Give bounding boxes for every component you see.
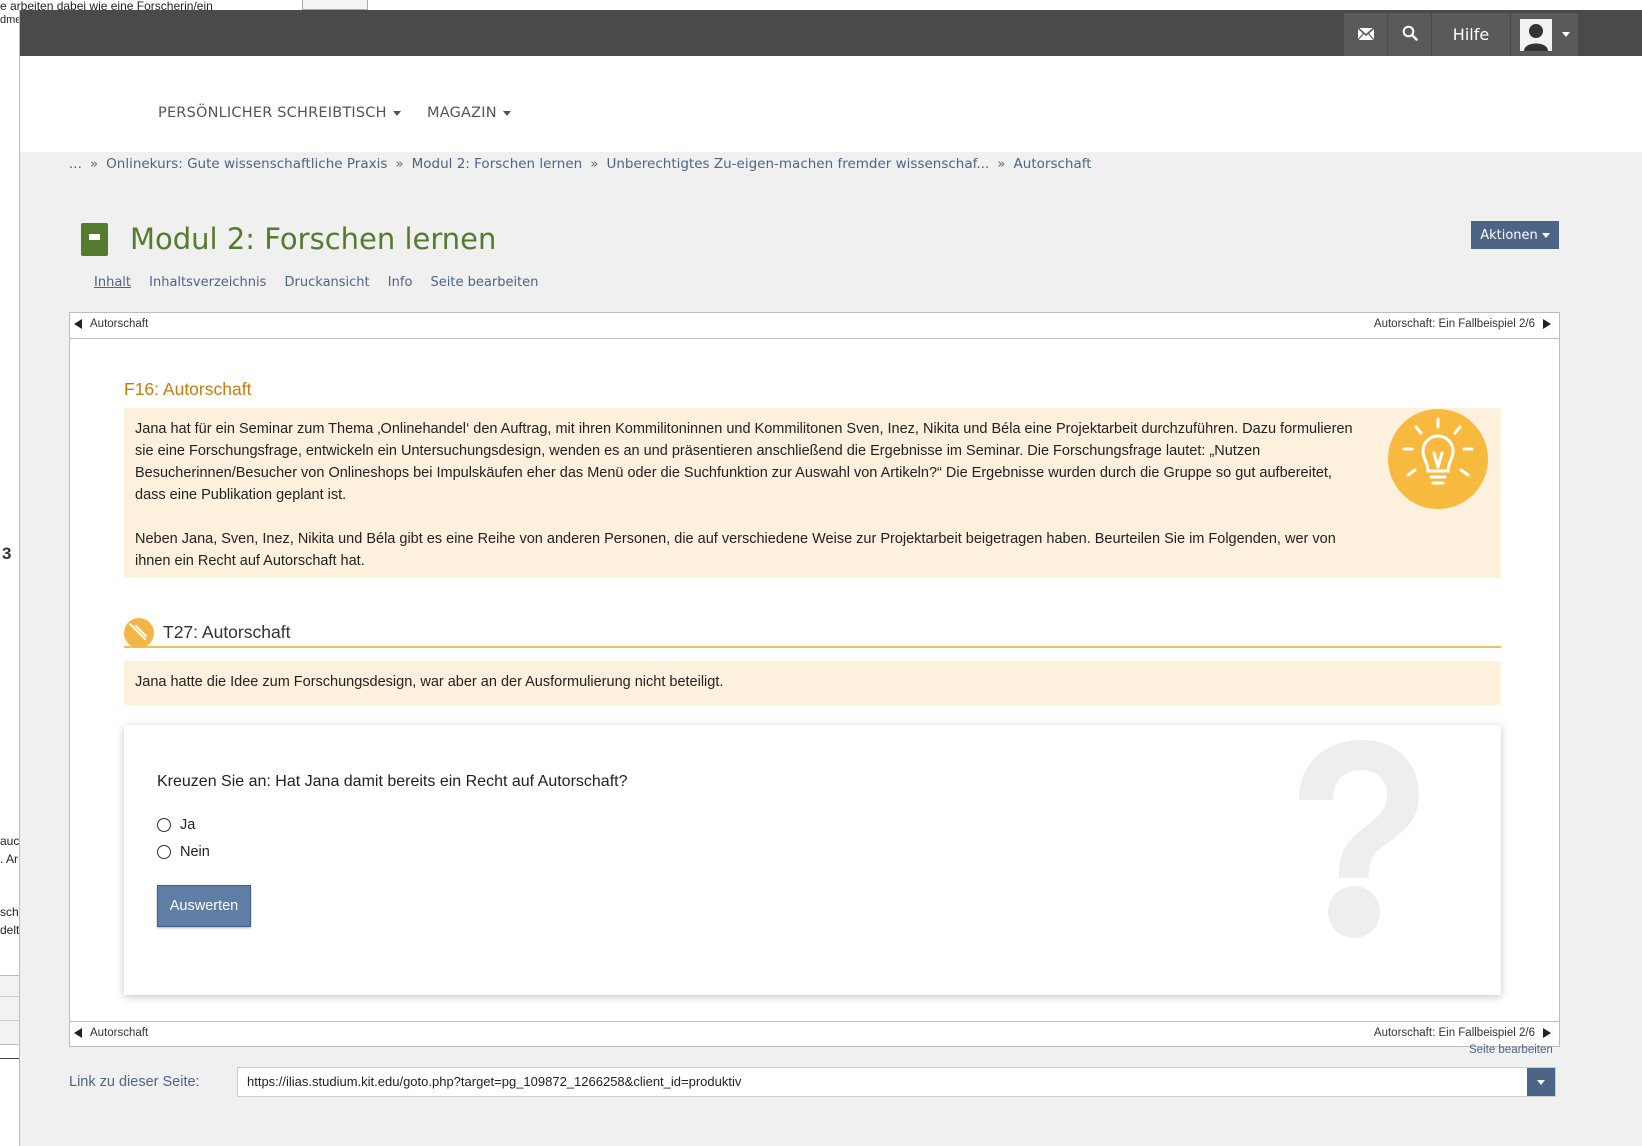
top-bar: Hilfe: [20, 10, 1642, 56]
tab-inhaltsverzeichnis[interactable]: Inhaltsverzeichnis: [149, 275, 266, 290]
background-divider: [0, 1020, 19, 1021]
background-divider: [0, 1058, 19, 1059]
case-paragraph: Jana hat für ein Seminar zum Thema ‚Onli…: [135, 421, 1353, 503]
option-label: Nein: [180, 844, 210, 860]
background-text-fragment: 3: [2, 544, 12, 563]
permalink-dropdown-button[interactable]: [1527, 1068, 1555, 1096]
mail-icon: [1356, 25, 1375, 44]
actions-label: Aktionen: [1480, 227, 1538, 243]
breadcrumb-item[interactable]: Unberechtigtes Zu-eigen-machen fremder w…: [606, 156, 989, 172]
breadcrumb-item[interactable]: ...: [69, 156, 82, 172]
case-paragraph: Neben Jana, Sven, Inez, Nikita und Béla …: [135, 531, 1336, 569]
breadcrumb: ... » Onlinekurs: Gute wissenschaftliche P…: [69, 156, 1092, 172]
task-statement: Jana hatte die Idee zum Forschungsdesign…: [135, 674, 724, 690]
actions-dropdown-button[interactable]: Aktionen: [1471, 221, 1559, 249]
chevron-down-icon: [392, 110, 401, 116]
permalink-field[interactable]: https://ilias.studium.kit.edu/goto.php?t…: [237, 1067, 1556, 1097]
breadcrumb-separator: »: [89, 156, 99, 172]
page-navigation-bottom: Autorschaft Autorschaft: Ein Fallbeispie…: [70, 1021, 1559, 1047]
task-heading-bar: T27: Autorschaft: [124, 618, 1501, 648]
question-text: Kreuzen Sie an: Hat Jana damit bereits e…: [157, 773, 628, 790]
next-page-link[interactable]: Autorschaft: Ein Fallbeispiel 2/6: [1374, 1027, 1551, 1039]
help-button[interactable]: Hilfe: [1432, 13, 1510, 56]
question-mark-icon: [1279, 740, 1439, 940]
arrow-right-icon: [1543, 1028, 1551, 1038]
background-text-fragment: auc: [0, 834, 20, 848]
tab-inhalt[interactable]: Inhalt: [94, 275, 131, 290]
option-ja[interactable]: Ja: [157, 817, 195, 833]
breadcrumb-item[interactable]: Autorschaft: [1014, 156, 1092, 172]
chevron-down-icon: [502, 110, 511, 116]
chevron-down-icon: [1541, 232, 1550, 238]
tab-seite-bearbeiten[interactable]: Seite bearbeiten: [431, 275, 539, 290]
user-menu-button[interactable]: [1511, 13, 1578, 56]
task-statement-panel: Jana hatte die Idee zum Forschungsdesign…: [124, 661, 1501, 705]
arrow-left-icon: [74, 1028, 82, 1038]
case-description: Jana hat für ein Seminar zum Thema ‚Onli…: [135, 418, 1365, 594]
background-text-fragment: . Ar: [0, 852, 19, 866]
next-page-link[interactable]: Autorschaft: Ein Fallbeispiel 2/6: [1374, 318, 1551, 330]
prev-page-label: Autorschaft: [90, 318, 149, 330]
nav-item-personal-desktop[interactable]: PERSÖNLICHER SCHREIBTISCH: [158, 105, 401, 121]
book-icon: [81, 223, 108, 256]
case-heading: F16: Autorschaft: [124, 379, 252, 399]
main-navigation: [20, 56, 1642, 152]
chevron-down-icon: [1537, 1079, 1545, 1085]
chevron-down-icon: [1561, 32, 1570, 37]
background-text-fragment: sch: [0, 905, 19, 919]
nav-item-label: PERSÖNLICHER SCHREIBTISCH: [158, 105, 387, 121]
question-card: Kreuzen Sie an: Hat Jana damit bereits e…: [124, 725, 1501, 995]
radio-button[interactable]: [157, 818, 171, 832]
prev-page-link[interactable]: Autorschaft: [74, 318, 148, 330]
background-text-fragment: delt: [0, 923, 20, 937]
next-page-label: Autorschaft: Ein Fallbeispiel 2/6: [1373, 1027, 1535, 1039]
background-window-control: [302, 0, 368, 10]
mail-button[interactable]: [1344, 13, 1387, 56]
content-tabs: Inhalt Inhaltsverzeichnis Druckansicht I…: [94, 275, 552, 290]
search-icon: [1402, 25, 1418, 45]
help-label: Hilfe: [1452, 25, 1490, 44]
page-title: Modul 2: Forschen lernen: [130, 222, 497, 256]
option-nein[interactable]: Nein: [157, 844, 210, 860]
breadcrumb-item[interactable]: Modul 2: Forschen lernen: [412, 156, 583, 172]
nav-item-label: MAGAZIN: [427, 105, 497, 121]
submit-label: Auswerten: [169, 898, 239, 914]
breadcrumb-separator: »: [395, 156, 404, 172]
main-window: Hilfe PERSÖNLICHER SCHREIBTISCH MAGAZIN …: [19, 10, 1642, 1146]
pencil-icon: [124, 618, 154, 648]
breadcrumb-item[interactable]: Onlinekurs: Gute wissenschaftliche Praxi…: [106, 156, 387, 172]
next-page-label: Autorschaft: Ein Fallbeispiel 2/6: [1373, 318, 1535, 330]
nav-item-magazin[interactable]: MAGAZIN: [427, 105, 511, 121]
breadcrumb-separator: »: [590, 156, 599, 172]
search-button[interactable]: [1388, 13, 1431, 56]
prev-page-link[interactable]: Autorschaft: [74, 1027, 148, 1039]
arrow-right-icon: [1543, 319, 1551, 329]
background-divider: [0, 996, 19, 997]
option-label: Ja: [180, 817, 196, 833]
radio-button[interactable]: [157, 845, 171, 859]
lightbulb-icon: [1388, 409, 1488, 509]
edit-page-link[interactable]: Seite bearbeiten: [1469, 1044, 1553, 1056]
breadcrumb-separator: »: [997, 156, 1006, 172]
permalink-label: Link zu dieser Seite:: [69, 1074, 200, 1090]
tab-info[interactable]: Info: [388, 275, 413, 290]
permalink-value[interactable]: https://ilias.studium.kit.edu/goto.php?t…: [247, 1074, 741, 1089]
submit-button[interactable]: Auswerten: [157, 885, 251, 927]
case-description-panel: Jana hat für ein Seminar zum Thema ‚Onli…: [124, 408, 1501, 578]
page-content: Autorschaft Autorschaft: Ein Fallbeispie…: [69, 312, 1560, 1047]
tab-druckansicht[interactable]: Druckansicht: [285, 275, 370, 290]
user-avatar-icon: [1519, 18, 1552, 51]
task-heading: T27: Autorschaft: [163, 622, 291, 642]
arrow-left-icon: [74, 319, 82, 329]
page-navigation-top: Autorschaft Autorschaft: Ein Fallbeispie…: [70, 313, 1559, 339]
prev-page-label: Autorschaft: [90, 1027, 149, 1039]
background-table-fragment: [0, 975, 19, 1045]
